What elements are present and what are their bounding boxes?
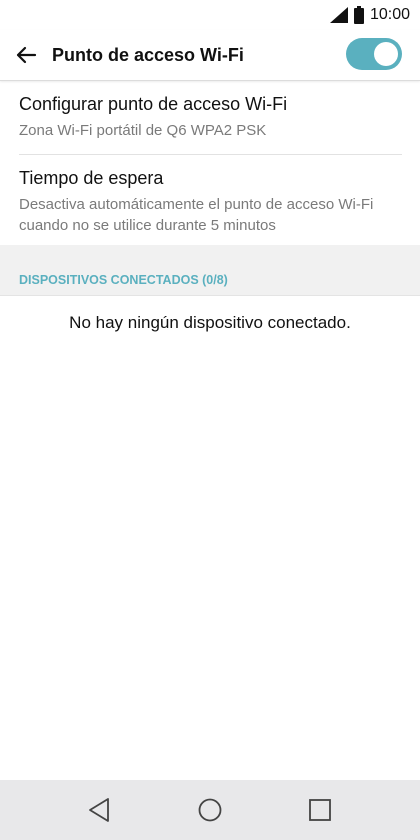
no-devices-message: No hay ningún dispositivo conectado.	[69, 313, 351, 332]
setting-timeout[interactable]: Tiempo de espera Desactiva automáticamen…	[0, 155, 420, 245]
nav-back-icon	[89, 798, 109, 822]
status-icons: 10:00	[329, 5, 410, 25]
nav-back-button[interactable]	[81, 792, 117, 828]
navigation-bar	[0, 780, 420, 840]
nav-home-icon	[198, 798, 222, 822]
status-time: 10:00	[369, 6, 410, 23]
setting-configure-hotspot[interactable]: Configurar punto de acceso Wi-Fi Zona Wi…	[0, 80, 420, 155]
hotspot-toggle[interactable]	[346, 38, 402, 70]
nav-recent-apps-icon	[309, 799, 331, 821]
status-bar: 10:00	[0, 0, 420, 30]
setting-title: Configurar punto de acceso Wi-Fi	[19, 94, 288, 114]
page-title: Punto de acceso Wi-Fi	[52, 45, 244, 65]
arrow-left-icon	[16, 46, 37, 64]
nav-recent-apps-button[interactable]	[302, 792, 338, 828]
app-bar: Punto de acceso Wi-Fi	[0, 30, 420, 81]
back-button[interactable]	[10, 39, 42, 71]
setting-subtitle: Desactiva automáticamente el punto de ac…	[19, 196, 374, 234]
toggle-thumb	[374, 42, 398, 66]
setting-title: Tiempo de espera	[19, 168, 164, 188]
signal-icon	[329, 7, 348, 23]
setting-subtitle: Zona Wi-Fi portátil de Q6 WPA2 PSK	[19, 122, 267, 139]
battery-icon	[353, 6, 364, 24]
nav-home-button[interactable]	[192, 792, 228, 828]
connected-devices-header: DISPOSITIVOS CONECTADOS (0/8)	[0, 245, 420, 296]
section-title: DISPOSITIVOS CONECTADOS (0/8)	[19, 273, 228, 287]
